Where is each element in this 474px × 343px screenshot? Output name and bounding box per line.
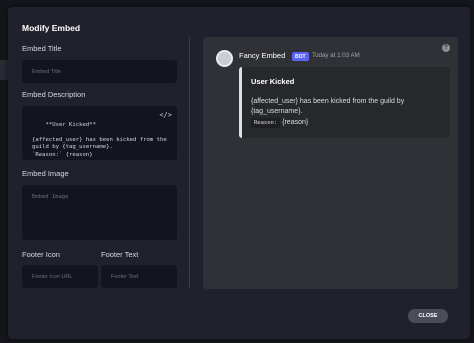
background-strip (0, 60, 8, 80)
help-icon[interactable]: ? (442, 44, 450, 52)
embed-preview-reason: Reason: {reason} (251, 118, 309, 128)
close-button[interactable]: CLOSE (408, 309, 448, 323)
embed-title-input[interactable]: Embed Title (22, 60, 177, 83)
embed-preview-title: User Kicked (251, 77, 295, 86)
footer-icon-label: Footer Icon (22, 250, 60, 259)
embed-preview-line-1: {affected_user} has been kicked from the… (251, 98, 405, 105)
embed-description-text: **User Kicked** {affected_user} has been… (32, 121, 167, 158)
footer-text-input[interactable]: Footer Text (101, 265, 177, 288)
message-timestamp: Today at 1:03 AM (312, 52, 360, 59)
embed-description-label: Embed Description (22, 90, 86, 99)
embed-image-label: Embed Image (22, 169, 69, 178)
embed-preview-panel: ? Fancy Embed BOT Today at 1:03 AM User … (203, 37, 458, 289)
modify-embed-modal: Modify Embed Embed Title Embed Title Emb… (8, 7, 470, 339)
avatar (216, 50, 233, 67)
modal-title: Modify Embed (22, 23, 81, 33)
bot-badge: BOT (292, 52, 309, 61)
author-name: Fancy Embed (239, 51, 286, 60)
footer-text-label: Footer Text (101, 250, 139, 259)
reason-value: {reason} (282, 119, 309, 126)
embed-description-input[interactable]: **User Kicked** {affected_user} has been… (22, 106, 177, 160)
column-divider (189, 37, 190, 289)
code-icon[interactable]: </> (159, 111, 172, 120)
embed-preview-line-2: {tag_username}. (251, 108, 303, 115)
embed-image-input[interactable]: Embed Image (22, 185, 177, 240)
embed-title-label: Embed Title (22, 44, 62, 53)
embed-card: User Kicked {affected_user} has been kic… (239, 67, 450, 138)
reason-code-label: Reason: (251, 118, 281, 128)
footer-icon-input[interactable]: Footer Icon URL (22, 265, 98, 288)
